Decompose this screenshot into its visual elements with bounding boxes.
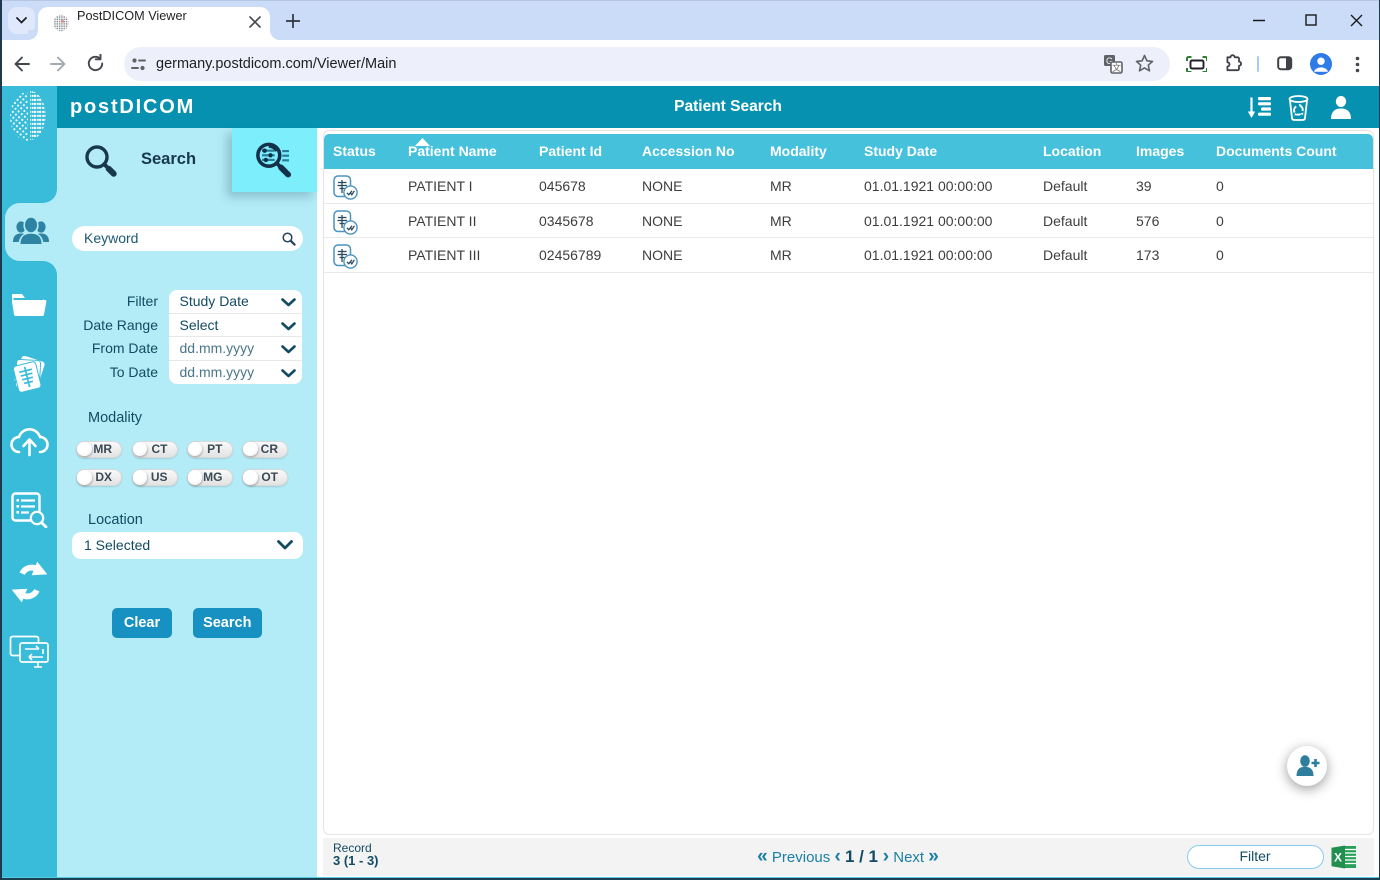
svg-text:文: 文	[1112, 62, 1121, 73]
svg-text:X: X	[1334, 851, 1342, 865]
